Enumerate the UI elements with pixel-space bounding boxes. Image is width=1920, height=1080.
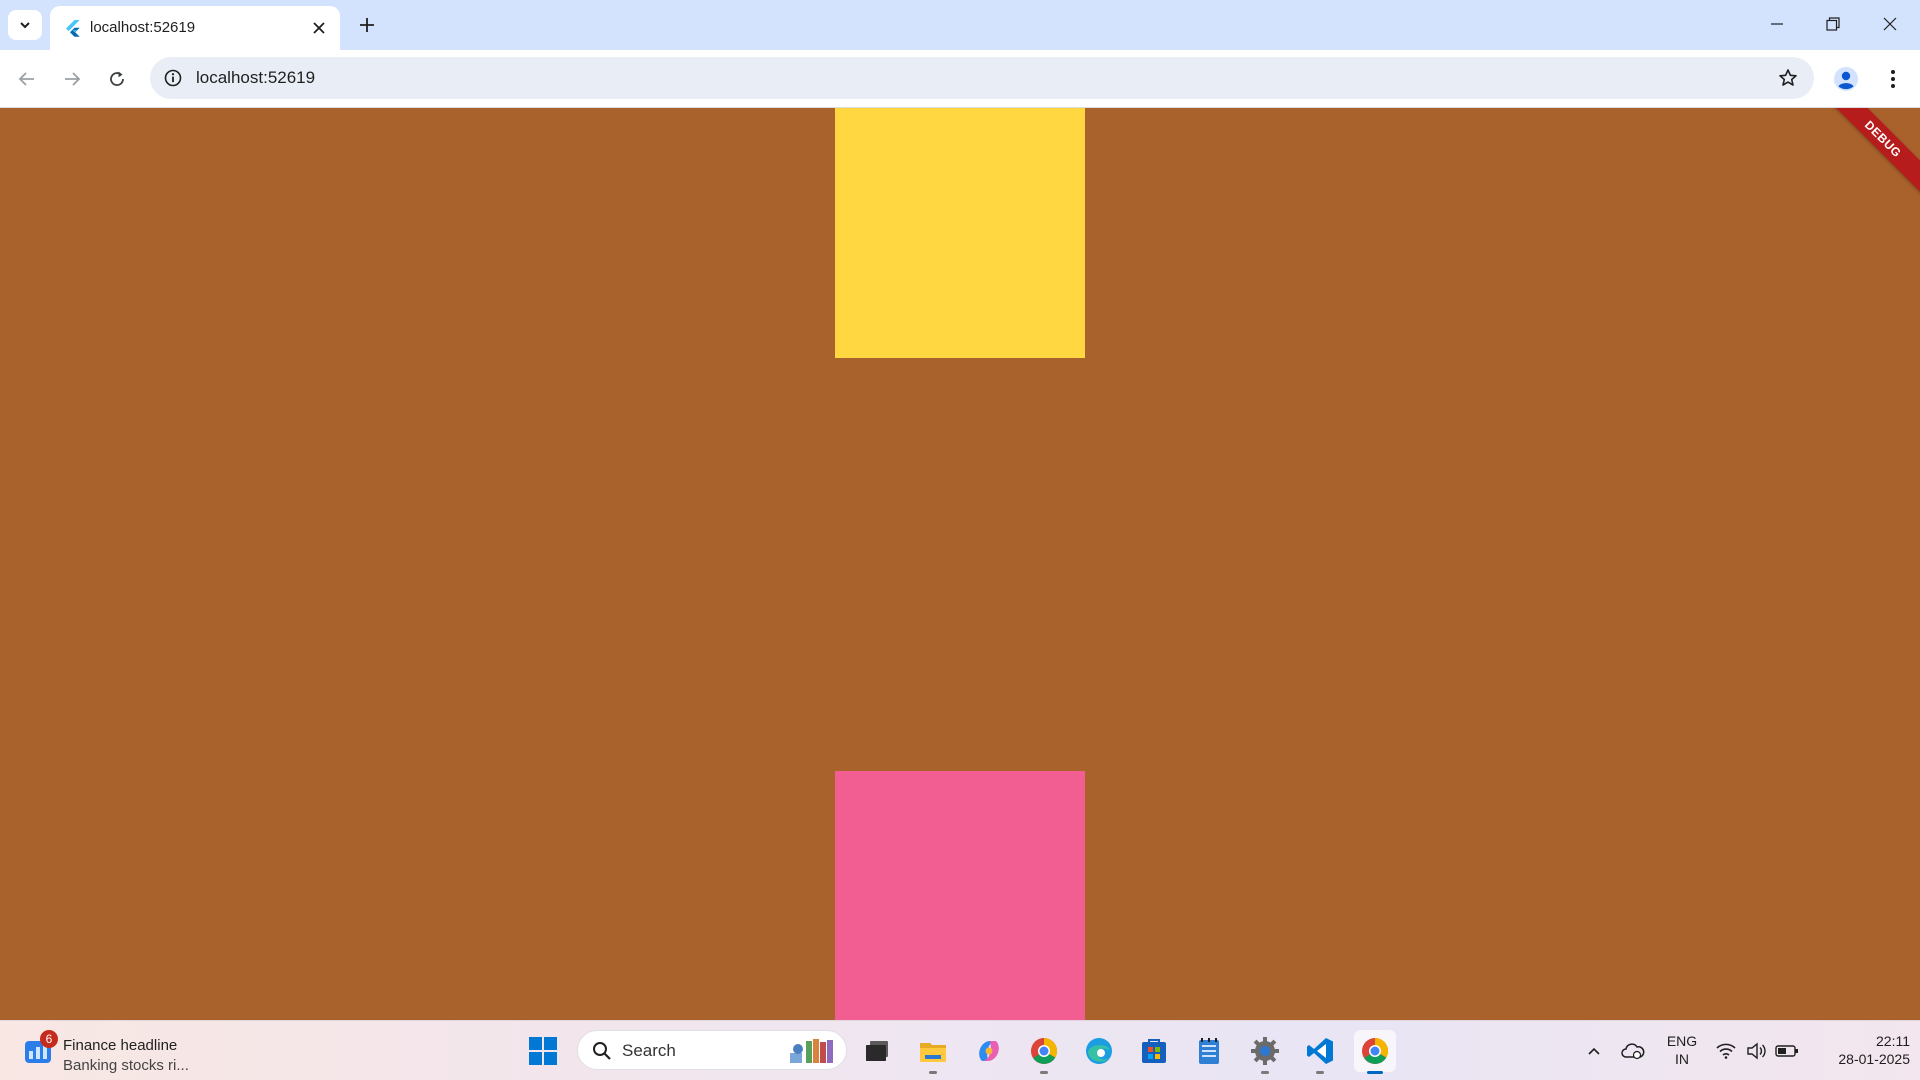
restore-icon <box>1826 17 1840 31</box>
volume-button[interactable] <box>1744 1035 1768 1067</box>
wifi-icon <box>1716 1043 1736 1059</box>
speaker-icon <box>1747 1042 1766 1060</box>
copilot-button[interactable] <box>968 1030 1010 1072</box>
restore-button[interactable] <box>1805 0 1861 48</box>
address-bar[interactable]: localhost:52619 <box>150 57 1814 99</box>
tab-title: localhost:52619 <box>90 19 196 36</box>
vscode-icon <box>1307 1038 1333 1064</box>
search-icon <box>593 1042 611 1060</box>
yellow-box <box>835 108 1085 358</box>
windows-taskbar: 6 Finance headline Banking stocks ri... … <box>0 1020 1920 1080</box>
running-indicator <box>1316 1071 1324 1074</box>
tab-search-button[interactable] <box>8 10 42 40</box>
browser-toolbar: localhost:52619 <box>0 50 1920 108</box>
notepad-button[interactable] <box>1188 1030 1230 1072</box>
onedrive-tray-button[interactable] <box>1620 1035 1646 1067</box>
avatar-icon <box>1834 67 1858 91</box>
arrow-left-icon <box>18 72 34 86</box>
running-indicator <box>1261 1071 1269 1074</box>
chrome-icon <box>1031 1037 1058 1064</box>
star-icon <box>1779 69 1797 86</box>
wifi-button[interactable] <box>1714 1035 1738 1067</box>
date-text: 28-01-2025 <box>1838 1051 1910 1067</box>
chevron-up-icon <box>1588 1047 1600 1055</box>
reload-icon <box>110 71 124 86</box>
search-highlight-icon <box>790 1039 833 1063</box>
app-viewport: DEBUG <box>0 108 1920 1020</box>
browser-menu-button[interactable] <box>1877 63 1909 95</box>
minimize-icon <box>1771 23 1783 25</box>
widget-subtitle: Banking stocks ri... <box>63 1057 189 1074</box>
arrow-right-icon <box>65 72 81 86</box>
start-button[interactable] <box>522 1030 564 1072</box>
profile-button[interactable] <box>1830 63 1862 95</box>
taskbar-search[interactable]: Search <box>577 1030 847 1070</box>
url-text: localhost:52619 <box>196 68 316 87</box>
cloud-sync-icon <box>1621 1043 1645 1060</box>
debug-banner: DEBUG <box>1822 108 1920 200</box>
running-indicator <box>929 1071 937 1074</box>
language-indicator[interactable]: ENG IN <box>1662 1032 1702 1068</box>
chrome-active-button[interactable] <box>1354 1030 1396 1074</box>
browser-title-bar: localhost:52619 <box>0 0 1920 50</box>
widget-title: Finance headline <box>63 1037 178 1054</box>
flutter-icon <box>66 20 80 37</box>
chevron-down-icon <box>20 22 30 29</box>
vscode-button[interactable] <box>1299 1030 1341 1074</box>
chrome-button[interactable] <box>1023 1030 1065 1074</box>
new-tab-button[interactable] <box>352 10 382 40</box>
time-text: 22:11 <box>1876 1033 1910 1049</box>
notepad-icon <box>1199 1038 1219 1064</box>
more-vert-icon <box>1891 70 1895 88</box>
battery-icon <box>1775 1045 1798 1057</box>
search-placeholder: Search <box>622 1041 676 1060</box>
close-icon <box>313 22 325 34</box>
pink-box <box>835 771 1085 1020</box>
folder-icon <box>920 1043 946 1062</box>
microsoft-store-button[interactable] <box>1133 1030 1175 1072</box>
news-widget[interactable]: 6 Finance headline Banking stocks ri... <box>22 1028 222 1074</box>
store-icon <box>1142 1039 1166 1063</box>
close-icon <box>1883 17 1897 31</box>
chrome-icon <box>1362 1037 1389 1064</box>
edge-icon <box>1086 1038 1112 1064</box>
file-explorer-button[interactable] <box>912 1030 954 1074</box>
show-hidden-icons-button[interactable] <box>1582 1035 1606 1067</box>
tab-close-button[interactable] <box>308 17 330 39</box>
site-info-button[interactable] <box>160 65 186 91</box>
windows-icon <box>529 1037 557 1065</box>
gear-icon <box>1251 1037 1279 1065</box>
edge-button[interactable] <box>1078 1030 1120 1072</box>
settings-button[interactable] <box>1244 1030 1286 1074</box>
active-indicator <box>1367 1071 1383 1074</box>
language-code: ENG <box>1666 1033 1698 1049</box>
region-code: IN <box>1675 1051 1689 1067</box>
clock[interactable]: 22:11 28-01-2025 <box>1810 1032 1910 1068</box>
task-view-button[interactable] <box>856 1030 898 1072</box>
close-window-button[interactable] <box>1862 0 1918 48</box>
task-view-icon <box>866 1041 888 1061</box>
notification-badge: 6 <box>40 1030 58 1048</box>
plus-icon <box>360 18 374 32</box>
minimize-button[interactable] <box>1749 0 1805 48</box>
reload-button[interactable] <box>99 61 135 97</box>
browser-tab[interactable]: localhost:52619 <box>50 6 340 50</box>
running-indicator <box>1040 1071 1048 1074</box>
info-icon <box>164 69 182 87</box>
bookmark-button[interactable] <box>1774 64 1802 92</box>
back-button[interactable] <box>9 61 45 97</box>
battery-button[interactable] <box>1774 1035 1800 1067</box>
forward-button[interactable] <box>54 61 90 97</box>
copilot-icon <box>979 1041 999 1061</box>
